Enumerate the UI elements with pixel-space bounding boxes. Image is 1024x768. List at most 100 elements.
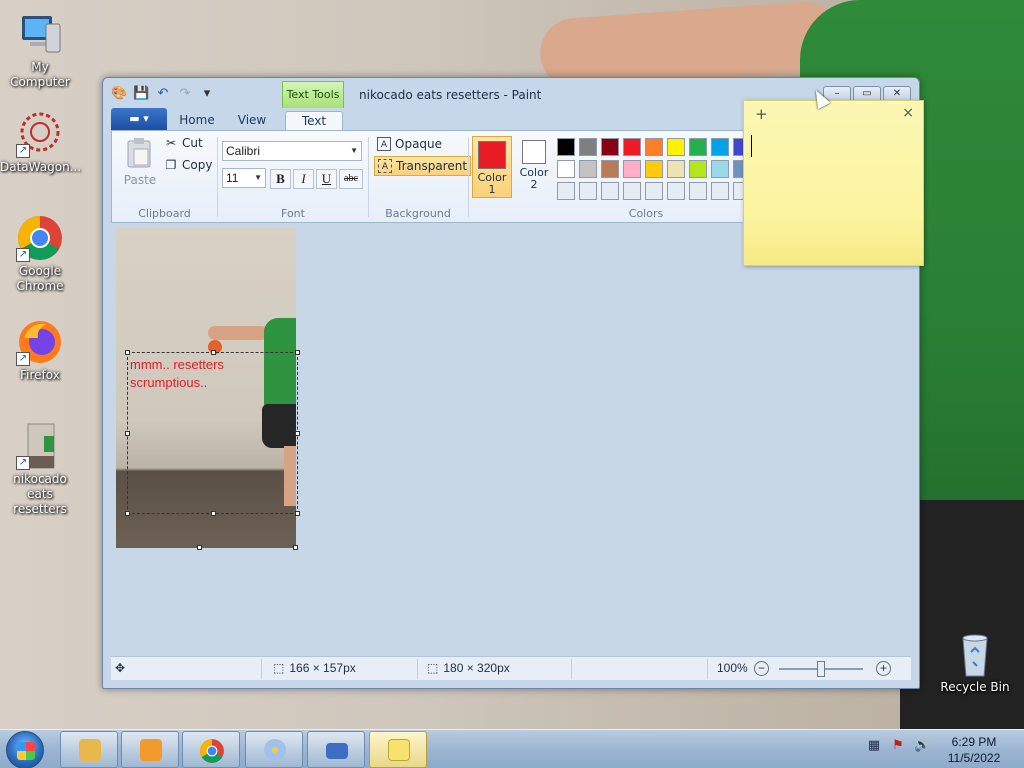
opaque-label: Opaque (395, 137, 443, 151)
clock-time: 6:29 PM (951, 735, 997, 749)
palette-color-swatch[interactable] (579, 160, 597, 178)
customize-qat-icon[interactable]: ▾ (199, 86, 215, 102)
palette-color-swatch[interactable] (601, 138, 619, 156)
italic-button[interactable]: I (293, 169, 314, 189)
palette-color-swatch[interactable] (689, 182, 707, 200)
zoom-in-button[interactable]: + (876, 661, 891, 676)
image-size: ⬚ 180 × 320px (427, 661, 510, 675)
resize-handle[interactable] (125, 511, 130, 516)
opaque-icon: A (377, 137, 391, 151)
desktop-icon-firefox[interactable]: ↗ Firefox (0, 318, 80, 383)
zoom-out-button[interactable]: − (754, 661, 769, 676)
resize-handle[interactable] (125, 431, 130, 436)
paint-app-icon[interactable]: 🎨 (111, 86, 127, 102)
start-button[interactable] (6, 731, 44, 768)
font-size-combo[interactable]: 11 ▼ (222, 168, 266, 188)
shortcut-arrow-icon: ↗ (16, 352, 30, 366)
opaque-button[interactable]: A Opaque (374, 134, 445, 154)
color1-button[interactable]: Color 1 (472, 136, 512, 198)
canvas-text[interactable]: mmm.. resetters scrumptious.. (130, 356, 224, 392)
sticky-note[interactable]: + × (743, 100, 924, 266)
resize-handle[interactable] (295, 431, 300, 436)
palette-color-swatch[interactable] (667, 182, 685, 200)
taskbar-on-screen-keyboard[interactable] (307, 731, 365, 768)
paste-button[interactable]: Paste (120, 137, 160, 187)
canvas-area[interactable]: mmm.. resetters scrumptious.. (111, 224, 911, 656)
resize-handle[interactable] (211, 350, 216, 355)
menu-chevron-down-icon: ▾ (143, 112, 149, 125)
desktop-icon-my-computer[interactable]: My Computer (0, 10, 80, 90)
palette-color-swatch[interactable] (667, 160, 685, 178)
palette-color-swatch[interactable] (711, 138, 729, 156)
underline-button[interactable]: U (316, 169, 337, 189)
tab-view[interactable]: View (231, 111, 273, 130)
taskbar-media-player[interactable] (121, 731, 179, 768)
transparent-button[interactable]: A Transparent (374, 156, 472, 176)
taskbar-sticky-notes[interactable] (369, 731, 427, 768)
palette-color-swatch[interactable] (689, 160, 707, 178)
system-clock[interactable]: 6:29 PM 11/5/2022 (936, 734, 1012, 766)
color2-label: Color 2 (519, 166, 549, 191)
palette-color-swatch[interactable] (711, 160, 729, 178)
desktop-icon-recycle-bin[interactable]: Recycle Bin (935, 630, 1015, 695)
tab-text[interactable]: Text (285, 111, 343, 130)
palette-color-swatch[interactable] (623, 182, 641, 200)
paint-palette-icon (264, 739, 286, 761)
palette-color-swatch[interactable] (623, 138, 641, 156)
palette-color-swatch[interactable] (579, 138, 597, 156)
canvas-resize-handle[interactable] (197, 545, 202, 550)
taskbar-paint[interactable] (245, 731, 303, 768)
canvas-resize-handle[interactable] (293, 545, 298, 550)
cut-button[interactable]: ✂ Cut (164, 136, 203, 150)
palette-color-swatch[interactable] (645, 182, 663, 200)
sticky-notes-icon (388, 739, 410, 761)
taskbar-chrome[interactable] (182, 731, 240, 768)
palette-color-swatch[interactable] (557, 160, 575, 178)
paste-icon (127, 138, 151, 168)
canvas-text-line: mmm.. resetters (130, 357, 224, 372)
palette-color-swatch[interactable] (601, 182, 619, 200)
desktop-icon-chrome[interactable]: ↗ Google Chrome (0, 214, 80, 294)
color2-button[interactable]: Color 2 (514, 136, 554, 198)
add-note-icon[interactable]: + (755, 105, 768, 123)
copy-label: Copy (182, 158, 213, 172)
resize-handle[interactable] (125, 350, 130, 355)
taskbar-explorer[interactable] (60, 731, 118, 768)
strikethrough-button[interactable]: abc (339, 169, 363, 189)
palette-color-swatch[interactable] (667, 138, 685, 156)
selection-size-value: 166 × 157px (289, 661, 356, 675)
network-icon[interactable]: ▦ (866, 738, 882, 754)
palette-color-swatch[interactable] (579, 182, 597, 200)
palette-color-swatch[interactable] (601, 160, 619, 178)
palette-color-swatch[interactable] (645, 160, 663, 178)
action-center-icon[interactable]: ⚑ (890, 738, 906, 754)
palette-color-swatch[interactable] (689, 138, 707, 156)
palette-color-swatch[interactable] (711, 182, 729, 200)
palette-color-swatch[interactable] (645, 138, 663, 156)
desktop-icon-image-file[interactable]: ↗ nikocado eats resetters (0, 422, 80, 517)
copy-button[interactable]: ❐ Copy (164, 158, 213, 172)
bold-button[interactable]: B (270, 169, 291, 189)
desktop-icon-label: DataWagon... (0, 160, 82, 174)
palette-color-swatch[interactable] (557, 138, 575, 156)
palette-color-swatch[interactable] (623, 160, 641, 178)
recycle-bin-icon (951, 630, 999, 678)
font-size-value: 11 (226, 171, 239, 185)
resize-handle[interactable] (295, 350, 300, 355)
volume-icon[interactable]: 🔊 (914, 738, 930, 754)
save-icon[interactable]: 💾 (133, 86, 149, 102)
desktop-icon-datawagon[interactable]: ↗ DataWagon... (0, 110, 82, 175)
tab-home[interactable]: Home (177, 111, 217, 130)
resize-handle[interactable] (211, 511, 216, 516)
close-note-icon[interactable]: × (902, 105, 914, 121)
color2-swatch (522, 140, 546, 164)
palette-color-swatch[interactable] (557, 182, 575, 200)
resize-handle[interactable] (295, 511, 300, 516)
undo-icon[interactable]: ↶ (155, 86, 171, 102)
zoom-slider-thumb[interactable] (817, 661, 825, 677)
colors-group-label: Colors (628, 207, 664, 220)
chevron-down-icon: ▼ (350, 146, 358, 155)
font-family-combo[interactable]: Calibri ▼ (222, 141, 362, 161)
redo-icon[interactable]: ↷ (177, 86, 193, 102)
paint-menu-button[interactable]: ▬ ▾ (111, 108, 167, 130)
